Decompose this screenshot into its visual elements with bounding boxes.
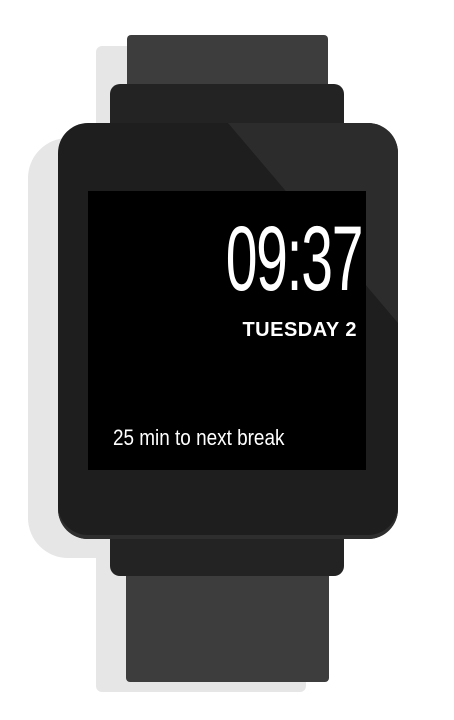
date-display: TUESDAY 2 bbox=[242, 319, 357, 341]
time-display: 09:37 bbox=[225, 208, 363, 310]
watch-screen[interactable]: 09:37 TUESDAY 2 25 min to next break bbox=[88, 191, 366, 470]
watch-mockup: 09:37 TUESDAY 2 25 min to next break bbox=[0, 0, 454, 720]
break-reminder-text: 25 min to next break bbox=[113, 425, 285, 450]
